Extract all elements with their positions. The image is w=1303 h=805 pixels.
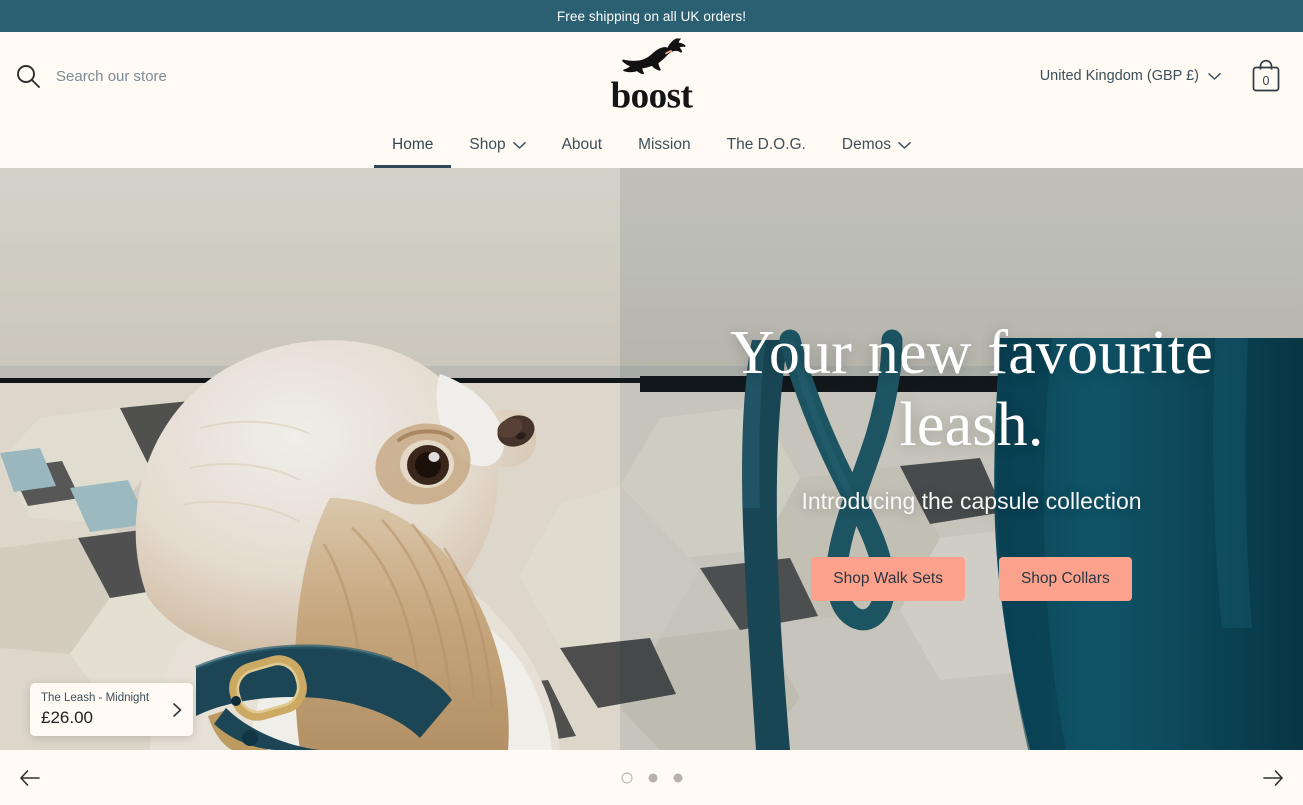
page-root: Free shipping on all UK orders! boost bbox=[0, 0, 1303, 805]
hero-title: Your new favourite leash. bbox=[680, 318, 1263, 462]
locale-selector[interactable]: United Kingdom (GBP £) bbox=[1040, 68, 1221, 84]
nav-item-demos[interactable]: Demos bbox=[824, 136, 929, 168]
search-area bbox=[14, 62, 434, 90]
product-name: The Leash - Midnight bbox=[41, 692, 150, 705]
product-hotspot-card[interactable]: The Leash - Midnight £26.00 bbox=[30, 683, 193, 736]
product-hotspot-text: The Leash - Midnight £26.00 bbox=[41, 691, 169, 728]
cart-button[interactable]: 0 bbox=[1249, 57, 1283, 95]
search-icon[interactable] bbox=[14, 62, 42, 90]
hero-title-line-2: leash. bbox=[899, 390, 1044, 459]
carousel-dot-3[interactable] bbox=[673, 773, 682, 782]
shop-collars-button[interactable]: Shop Collars bbox=[998, 556, 1132, 601]
nav-label: Mission bbox=[638, 136, 691, 153]
nav-item-shop[interactable]: Shop bbox=[451, 136, 543, 168]
nav-item-the-dog[interactable]: The D.O.G. bbox=[709, 136, 824, 168]
header-right-actions: United Kingdom (GBP £) 0 bbox=[1040, 57, 1283, 95]
hero-copy: Your new favourite leash. Introducing th… bbox=[640, 318, 1303, 601]
hero-subtitle: Introducing the capsule collection bbox=[801, 487, 1142, 514]
nav-label: Demos bbox=[841, 136, 891, 153]
shop-walk-sets-button[interactable]: Shop Walk Sets bbox=[811, 556, 965, 601]
nav-label: Home bbox=[392, 136, 434, 153]
chevron-down-icon bbox=[1208, 72, 1221, 81]
hero-slide: Your new favourite leash. Introducing th… bbox=[0, 168, 1303, 750]
search-input[interactable] bbox=[56, 65, 386, 87]
nav-label: About bbox=[561, 136, 603, 153]
nav-item-home[interactable]: Home bbox=[374, 136, 452, 168]
cart-count: 0 bbox=[1262, 74, 1270, 88]
nav-item-about[interactable]: About bbox=[544, 136, 621, 168]
chevron-down-icon bbox=[512, 141, 526, 150]
locale-label: United Kingdom (GBP £) bbox=[1039, 68, 1199, 84]
brand-wordmark: boost bbox=[610, 75, 693, 117]
site-header: boost United Kingdom (GBP £) 0 bbox=[0, 32, 1303, 120]
carousel-dot-1[interactable] bbox=[621, 772, 632, 783]
product-price: £26.00 bbox=[41, 707, 93, 727]
chevron-down-icon bbox=[898, 141, 911, 150]
announcement-bar: Free shipping on all UK orders! bbox=[0, 0, 1303, 32]
hero-cta-group: Shop Walk Sets Shop Collars bbox=[680, 556, 1263, 601]
site-logo[interactable]: boost bbox=[603, 38, 701, 117]
carousel-controls bbox=[0, 750, 1303, 805]
carousel-next-button[interactable] bbox=[1249, 754, 1297, 802]
chevron-right-icon bbox=[169, 702, 185, 718]
nav-label: Shop bbox=[469, 136, 506, 153]
carousel-dot-2[interactable] bbox=[648, 773, 657, 782]
announcement-text: Free shipping on all UK orders! bbox=[556, 8, 747, 24]
main-navigation: Home Shop About Mission The D.O.G. Demos bbox=[0, 120, 1303, 168]
carousel-dots bbox=[621, 772, 682, 783]
nav-item-mission[interactable]: Mission bbox=[620, 136, 709, 168]
arrow-left-icon bbox=[19, 767, 41, 789]
carousel-prev-button[interactable] bbox=[6, 754, 54, 802]
hero-title-line-1: Your new favourite bbox=[730, 319, 1213, 387]
arrow-right-icon bbox=[1262, 767, 1284, 789]
nav-label: The D.O.G. bbox=[726, 136, 806, 153]
